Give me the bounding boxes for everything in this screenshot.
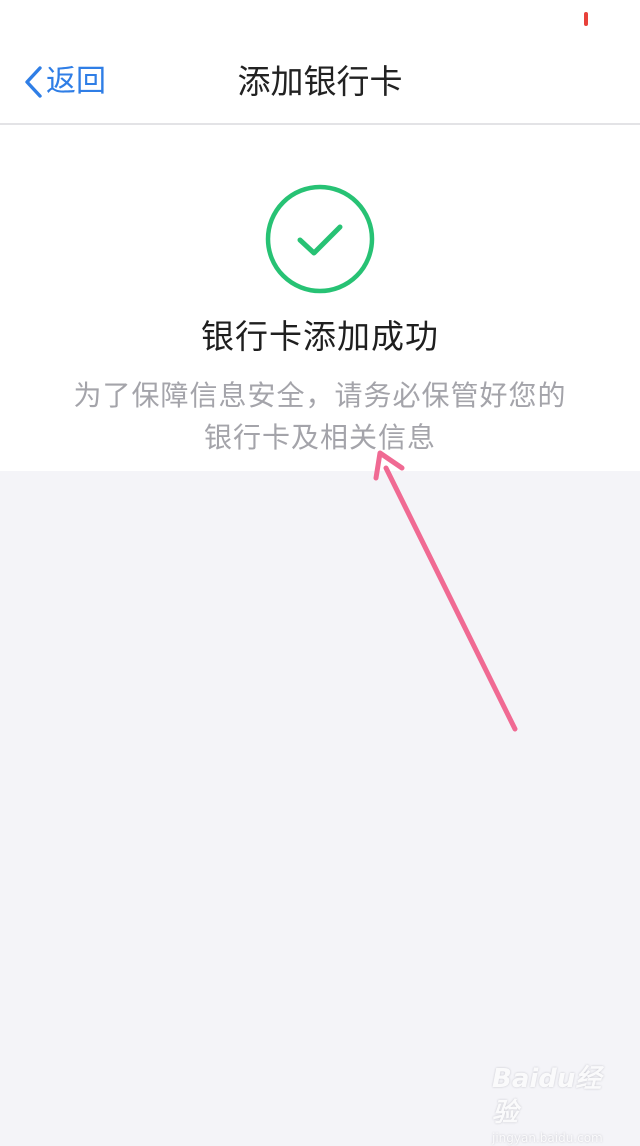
navigation-bar: 返回 添加银行卡	[0, 40, 640, 125]
check-circle-icon	[265, 184, 375, 294]
watermark-url: jingyan.baidu.com	[492, 1131, 603, 1145]
success-title: 银行卡添加成功	[201, 317, 439, 356]
watermark: Baidu经验 jingyan.baidu.com	[492, 1062, 622, 1145]
result-panel: 银行卡添加成功 为了保障信息安全，请务必保管好您的银行卡及相关信息	[0, 125, 640, 471]
status-bar	[0, 0, 640, 40]
success-description: 为了保障信息安全，请务必保管好您的银行卡及相关信息	[73, 379, 567, 454]
watermark-logo: Baidu经验	[492, 1064, 602, 1128]
page-title: 添加银行卡	[237, 62, 403, 101]
battery-low-icon	[584, 12, 588, 26]
